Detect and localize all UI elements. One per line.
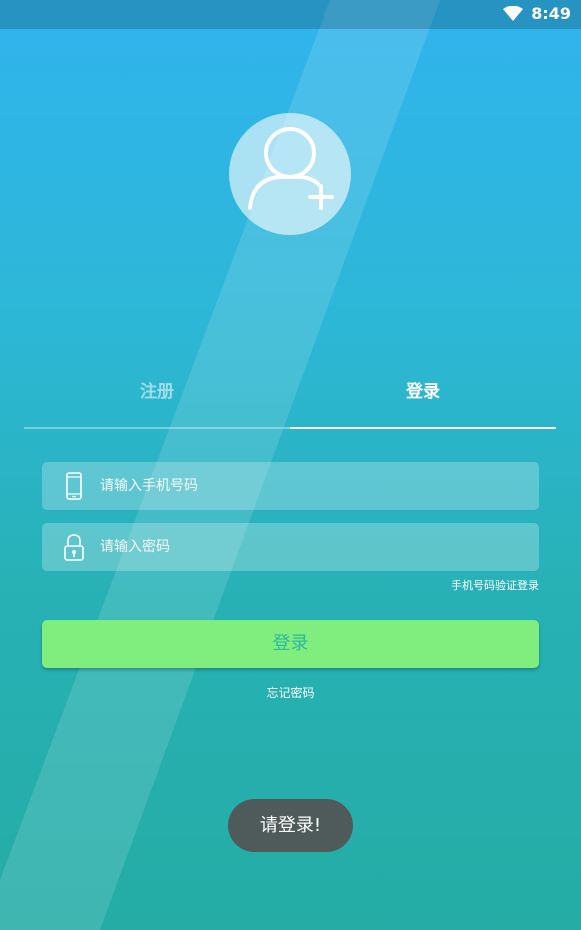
phone-field[interactable] [42, 462, 539, 510]
wifi-icon [503, 5, 524, 21]
toast-message: 请登录! [228, 799, 353, 852]
auth-tabs: 注册 登录 [24, 365, 557, 429]
password-field[interactable] [42, 523, 539, 571]
password-input[interactable] [100, 523, 520, 571]
phone-input[interactable] [100, 462, 520, 510]
tab-register[interactable]: 注册 [24, 365, 290, 429]
tab-login[interactable]: 登录 [290, 365, 556, 429]
login-button[interactable]: 登录 [42, 620, 539, 668]
avatar[interactable] [229, 113, 351, 235]
sms-login-link[interactable]: 手机号码验证登录 [451, 577, 539, 593]
lock-icon [64, 534, 84, 561]
phone-icon [66, 472, 82, 500]
add-user-icon [248, 127, 334, 210]
forgot-password-link[interactable]: 忘记密码 [0, 684, 581, 701]
status-bar: 8:49 [0, 0, 581, 29]
status-time: 8:49 [531, 4, 571, 23]
